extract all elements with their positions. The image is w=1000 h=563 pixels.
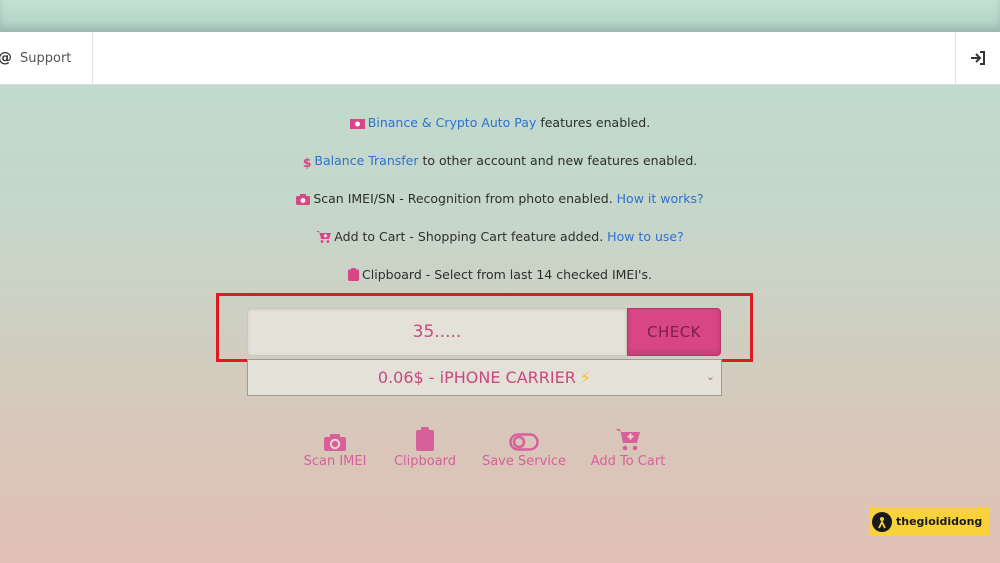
lightning-icon: ⚡ xyxy=(579,368,592,387)
money-icon xyxy=(349,119,365,129)
feature-text: Clipboard - Select from last 14 checked … xyxy=(362,267,652,282)
service-selected-label: 0.06$ - iPHONE CARRIER xyxy=(377,368,576,387)
how-it-works-link[interactable]: How it works? xyxy=(617,191,704,206)
dollar-icon: $ xyxy=(302,155,312,170)
tool-label: Save Service xyxy=(481,454,567,469)
camera-icon xyxy=(324,434,346,451)
camera-icon xyxy=(296,194,311,205)
tool-label: Add To Cart xyxy=(590,454,666,469)
feature-binance: Binance & Crypto Auto Pay features enabl… xyxy=(0,113,1000,151)
sign-in-icon xyxy=(971,51,985,65)
scan-imei-button[interactable]: Scan IMEI xyxy=(304,425,366,470)
toggle-icon xyxy=(509,433,539,451)
feature-balance: $ Balance Transfer to other account and n… xyxy=(0,151,1000,189)
cart-plus-icon xyxy=(316,231,332,243)
binance-link[interactable]: Binance & Crypto Auto Pay xyxy=(368,115,537,130)
navbar: @ Support xyxy=(0,32,1000,85)
clipboard-icon xyxy=(416,427,434,451)
feature-cart: Add to Cart - Shopping Cart feature adde… xyxy=(0,227,1000,265)
save-service-button[interactable]: Save Service xyxy=(481,425,567,470)
balance-transfer-link[interactable]: Balance Transfer xyxy=(314,153,418,168)
tool-label: Scan IMEI xyxy=(303,454,367,469)
watermark-logo: thegioididong xyxy=(869,507,990,536)
feature-text: features enabled. xyxy=(536,115,651,130)
top-band xyxy=(0,0,1000,32)
feature-text: to other account and new features enable… xyxy=(418,153,698,168)
clipboard-button[interactable]: Clipboard xyxy=(394,425,456,470)
clipboard-icon xyxy=(348,268,360,281)
feature-text: Scan IMEI/SN - Recognition from photo en… xyxy=(313,191,617,206)
how-to-use-link[interactable]: How to use? xyxy=(607,229,684,244)
feature-text: Add to Cart - Shopping Cart feature adde… xyxy=(334,229,608,244)
logo-icon xyxy=(872,511,892,532)
support-link[interactable]: @ Support xyxy=(0,32,93,84)
cart-plus-icon xyxy=(615,429,640,451)
tool-label: Clipboard xyxy=(393,454,457,469)
highlight-box xyxy=(216,293,753,362)
support-label: Support xyxy=(20,50,72,66)
add-to-cart-button[interactable]: Add To Cart xyxy=(590,425,666,470)
at-icon: @ xyxy=(0,50,12,66)
login-button[interactable] xyxy=(955,32,1000,84)
chevron-down-icon: ⌄ xyxy=(705,370,715,383)
logo-text: thegioididong xyxy=(896,515,983,528)
feature-scan: Scan IMEI/SN - Recognition from photo en… xyxy=(0,189,1000,227)
feature-list: Binance & Crypto Auto Pay features enabl… xyxy=(0,113,1000,303)
service-select[interactable]: 0.06$ - iPHONE CARRIER ⚡ ⌄ xyxy=(247,359,722,396)
